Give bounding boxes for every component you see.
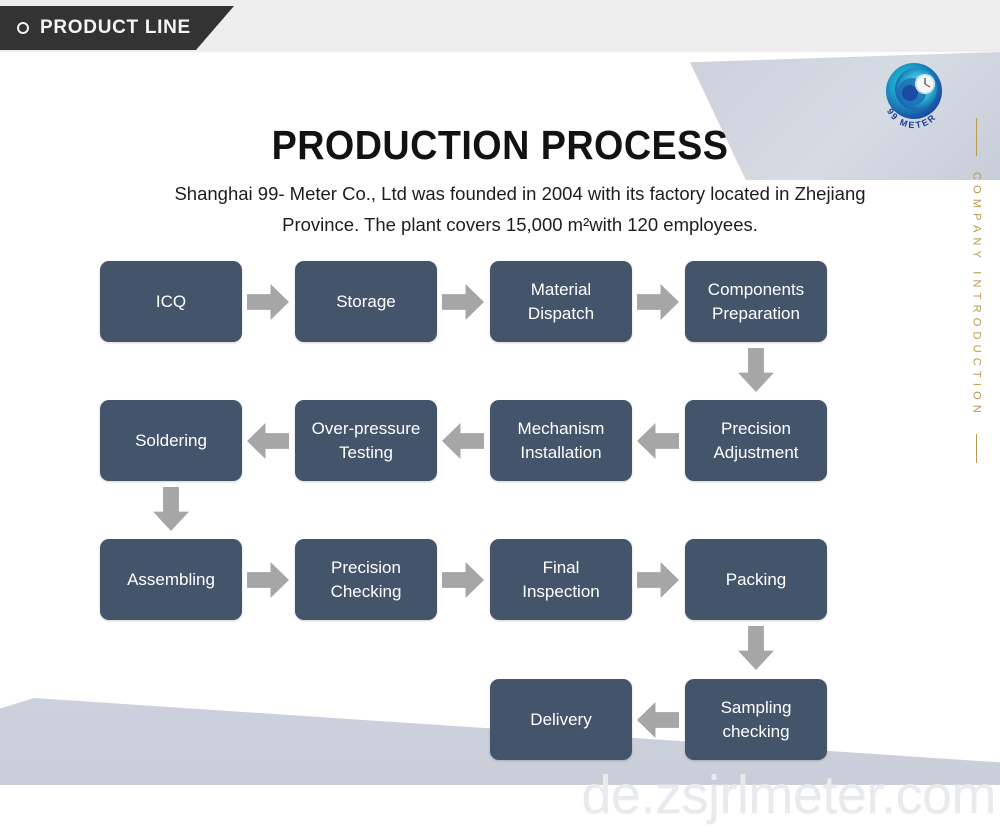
arrow-final-inspection-to-packing [637, 562, 679, 598]
arrow-storage-to-material-dispatch [442, 284, 484, 320]
process-node-components-preparation[interactable]: Components Preparation [685, 261, 827, 342]
process-node-precision-checking[interactable]: Precision Checking [295, 539, 437, 620]
process-node-delivery[interactable]: Delivery [490, 679, 632, 760]
arrow-icq-to-storage [247, 284, 289, 320]
process-node-label: Mechanism Installation [517, 418, 605, 462]
arrow-sampling-checking-to-delivery [637, 702, 679, 738]
process-node-label: Soldering [135, 430, 207, 450]
arrow-components-to-precision-adjustment [738, 348, 774, 392]
process-node-label: Sampling checking [720, 697, 792, 741]
process-node-precision-adjustment[interactable]: Precision Adjustment [685, 400, 827, 481]
arrow-over-pressure-to-soldering [247, 423, 289, 459]
process-node-label: Material Dispatch [527, 279, 595, 323]
arrow-precision-checking-to-final [442, 562, 484, 598]
process-node-label: Components Preparation [707, 279, 805, 323]
process-node-label: Final Inspection [522, 557, 600, 601]
arrow-soldering-to-assembling [153, 487, 189, 531]
arrow-precision-adjustment-to-mechanism [637, 423, 679, 459]
process-node-final-inspection[interactable]: Final Inspection [490, 539, 632, 620]
process-node-label: Assembling [127, 569, 215, 589]
process-node-assembling[interactable]: Assembling [100, 539, 242, 620]
site-watermark: de.zsjrlmeter.com [581, 765, 996, 825]
process-node-label: Precision Adjustment [713, 418, 799, 462]
arrow-assembling-to-precision-checking [247, 562, 289, 598]
arrow-packing-to-sampling-checking [738, 626, 774, 670]
process-node-storage[interactable]: Storage [295, 261, 437, 342]
process-node-over-pressure-testing[interactable]: Over-pressure Testing [295, 400, 437, 481]
production-process-flowchart: ICQ Storage Material Dispatch Components Prep… [0, 0, 1000, 832]
arrow-mechanism-to-over-pressure [442, 423, 484, 459]
process-node-sampling-checking[interactable]: Sampling checking [685, 679, 827, 760]
process-node-label: Storage [336, 291, 396, 311]
process-node-material-dispatch[interactable]: Material Dispatch [490, 261, 632, 342]
arrow-material-dispatch-to-components [637, 284, 679, 320]
process-node-label: Over-pressure Testing [311, 418, 421, 462]
process-node-mechanism-installation[interactable]: Mechanism Installation [490, 400, 632, 481]
process-node-icq[interactable]: ICQ [100, 261, 242, 342]
process-node-label: Packing [725, 569, 787, 589]
process-node-soldering[interactable]: Soldering [100, 400, 242, 481]
process-node-label: Delivery [530, 709, 592, 729]
process-node-packing[interactable]: Packing [685, 539, 827, 620]
process-node-label: ICQ [155, 291, 187, 311]
process-node-label: Precision Checking [330, 557, 402, 601]
